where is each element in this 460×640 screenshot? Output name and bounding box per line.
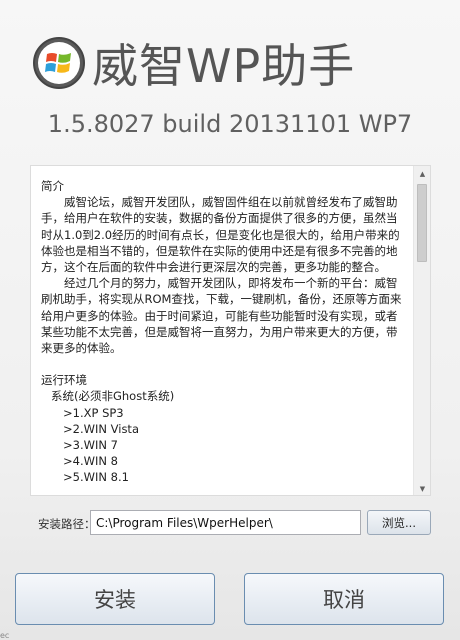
intro-paragraph-1: 威智论坛，威智开发团队，威智固件组在以前就曾经发布了威智助手，给用户在软件的安装… [41, 195, 400, 275]
intro-textbox[interactable]: 简介 威智论坛，威智开发团队，威智固件组在以前就曾经发布了威智助手，给用户在软件… [30, 165, 431, 496]
cancel-button[interactable]: 取消 [244, 573, 444, 625]
app-title: 威智WP助手 [92, 39, 356, 93]
vertical-scrollbar[interactable]: ▲ ▼ [413, 166, 430, 495]
system-item: >3.WIN 7 [63, 438, 118, 453]
install-button[interactable]: 安装 [15, 573, 215, 625]
windows-logo-icon [33, 37, 85, 89]
version-label: 1.5.8027 build 20131101 WP7 [47, 110, 413, 138]
system-item: >1.XP SP3 [63, 405, 124, 420]
install-path-input[interactable] [90, 510, 361, 535]
system-item: >2.WIN Vista [63, 421, 139, 436]
corner-text: ec [0, 631, 10, 640]
intro-paragraph-2: 经过几个月的努力，威智开发团队，即将发布一个新的平台：威智刷机助手，将实现从RO… [41, 276, 402, 356]
install-path-label: 安装路径： [38, 517, 96, 531]
header: 威智WP助手 1.5.8027 build 20131101 WP7 [0, 0, 460, 160]
env-heading: 运行环境 [41, 373, 87, 388]
browse-button[interactable]: 浏览... [367, 510, 431, 535]
scroll-up-icon[interactable]: ▲ [414, 166, 430, 182]
system-item: >4.WIN 8 [63, 454, 118, 469]
scrollbar-thumb[interactable] [417, 184, 427, 262]
scroll-down-icon[interactable]: ▼ [414, 481, 430, 495]
system-item: >5.WIN 8.1 [63, 470, 129, 485]
system-heading: 系统(必须非Ghost系统) [51, 389, 175, 404]
intro-heading: 简介 [41, 179, 64, 193]
intro-content: 简介 威智论坛，威智开发团队，威智固件组在以前就曾经发布了威智助手，给用户在软件… [31, 166, 414, 495]
